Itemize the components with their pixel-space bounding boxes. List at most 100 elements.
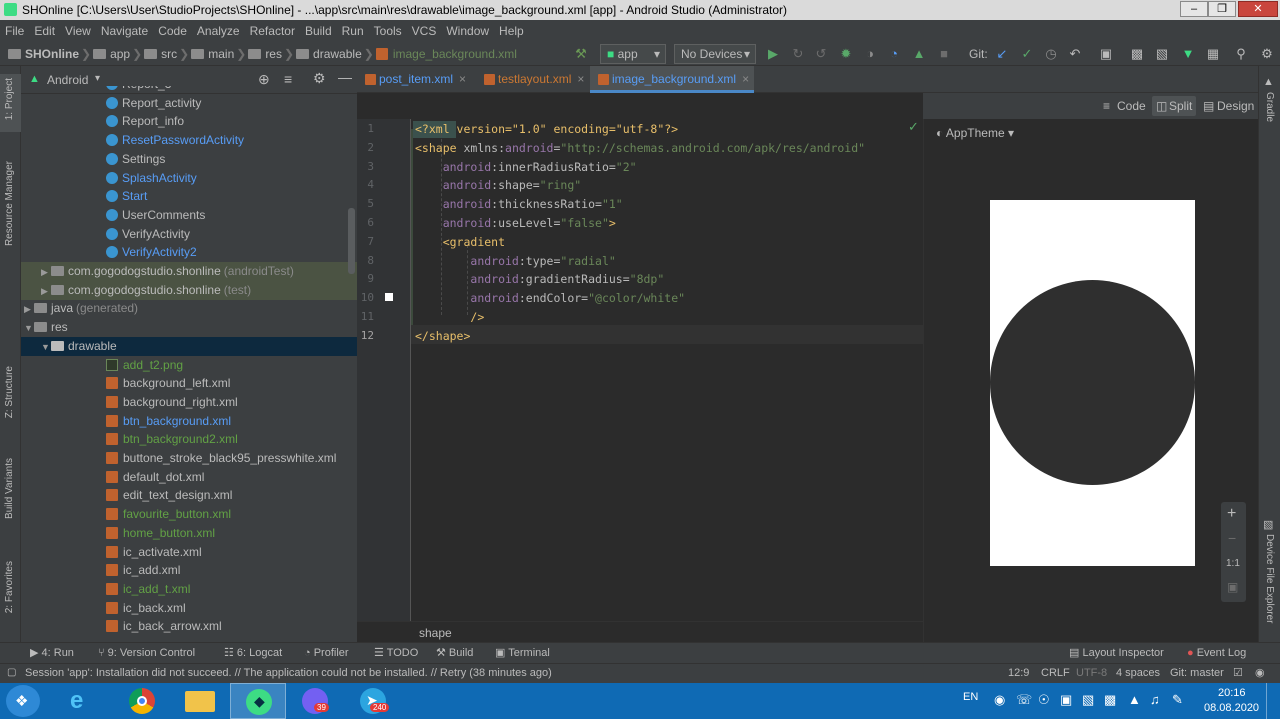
expanded-arrow-icon[interactable]: ▼ xyxy=(41,338,51,357)
menu-build[interactable]: Build xyxy=(300,20,337,42)
zoom-actual-button[interactable]: 1:1 xyxy=(1226,558,1240,569)
avd-manager-icon[interactable]: ▩ xyxy=(1129,46,1145,62)
git-history-icon[interactable]: ◷ xyxy=(1043,46,1059,62)
language-indicator[interactable]: EN xyxy=(963,691,978,703)
status-message[interactable]: Session 'app': Installation did not succ… xyxy=(25,667,552,679)
tool-tab-run[interactable]: ▶ 4: Run xyxy=(30,643,74,664)
editor-tab[interactable]: testlayout.xml × xyxy=(476,66,587,93)
close-tab-icon[interactable]: × xyxy=(742,72,749,86)
tray-device-icon[interactable]: ▩ xyxy=(1104,692,1116,708)
start-button[interactable]: ❖ xyxy=(6,685,40,717)
profile-icon[interactable]: ◔ xyxy=(886,46,902,62)
menu-refactor[interactable]: Refactor xyxy=(245,20,300,42)
tool-tab-build-variants[interactable]: Build Variants xyxy=(4,458,15,519)
notification-icon[interactable]: ✎ xyxy=(1172,692,1183,708)
menu-tools[interactable]: Tools xyxy=(369,20,407,42)
tool-tab-vcs[interactable]: ⑂ 9: Version Control xyxy=(98,643,195,664)
tool-tab-gradle[interactable]: Gradle xyxy=(1264,92,1275,122)
zoom-out-button[interactable]: − xyxy=(1228,530,1236,546)
tree-row[interactable]: ic_add.xml xyxy=(21,561,357,580)
settings-icon[interactable]: ⚙ xyxy=(1259,46,1275,62)
tree-row[interactable]: Report_activity xyxy=(21,94,357,113)
tree-row[interactable]: buttone_stroke_black95_presswhite.xml xyxy=(21,449,357,468)
breadcrumb-item[interactable]: SHOnline xyxy=(8,47,79,61)
rerun-icon[interactable]: ↻ xyxy=(790,46,806,62)
device-select[interactable]: No Devices ▾ xyxy=(674,44,756,64)
close-tab-icon[interactable]: × xyxy=(577,72,584,86)
git-branch[interactable]: Git: master xyxy=(1170,667,1224,679)
apply-changes-icon[interactable]: ↺ xyxy=(813,46,829,62)
run-icon[interactable]: ▶ xyxy=(765,46,781,62)
code-view-icon[interactable]: ≡ xyxy=(1103,99,1110,113)
tree-row[interactable]: ic_activate.xml xyxy=(21,543,357,562)
tree-row[interactable]: ic_add_t.xml xyxy=(21,580,357,599)
tool-tab-build[interactable]: ⚒ Build xyxy=(436,643,473,664)
device-manager-icon[interactable]: ▧ xyxy=(1154,46,1170,62)
editor-tab[interactable]: post_item.xml × xyxy=(357,66,473,93)
tree-row[interactable]: Start xyxy=(21,187,357,206)
project-structure-icon[interactable]: ▣ xyxy=(1098,46,1114,62)
tree-row[interactable]: background_right.xml xyxy=(21,393,357,412)
tree-row[interactable]: ic_back.xml xyxy=(21,599,357,618)
menu-vcs[interactable]: VCS xyxy=(407,20,442,42)
search-icon[interactable]: ⚲ xyxy=(1233,46,1249,62)
tool-tab-project[interactable]: 1: Project xyxy=(4,78,15,120)
taskbar-chrome[interactable] xyxy=(114,683,170,719)
attach-debugger-icon[interactable]: ▲ xyxy=(911,46,927,62)
tree-row[interactable]: btn_background.xml xyxy=(21,412,357,431)
layout-icon[interactable]: ▦ xyxy=(1205,46,1221,62)
taskbar-telegram[interactable]: ➤ 240 xyxy=(346,683,402,719)
editor-breadcrumb[interactable]: shape xyxy=(419,626,452,640)
tray-viber-icon[interactable]: ☏ xyxy=(1016,692,1032,708)
breadcrumb-item[interactable]: drawable xyxy=(296,47,362,61)
lock-icon[interactable]: ☑ xyxy=(1233,666,1243,679)
zoom-in-button[interactable]: + xyxy=(1227,505,1236,523)
tree-row[interactable]: btn_background2.xml xyxy=(21,430,357,449)
color-swatch-icon[interactable] xyxy=(385,293,393,301)
design-view-button[interactable]: Design xyxy=(1217,99,1254,113)
tree-row[interactable]: Settings xyxy=(21,150,357,169)
code-editor[interactable]: ✓ <?xml version="1.0" encoding="utf-8"?>… xyxy=(411,119,923,621)
tool-tab-todo[interactable]: ☰ TODO xyxy=(374,643,418,664)
close-button[interactable]: ✕ xyxy=(1238,1,1278,17)
breadcrumb-item[interactable]: app xyxy=(93,47,130,61)
tree-row[interactable]: ▶ com.gogodogstudio.shonline (androidTest) xyxy=(21,262,357,281)
tree-row[interactable]: home_button.xml xyxy=(21,524,357,543)
tree-row[interactable]: ic_back_arrow.xml xyxy=(21,617,357,636)
clock-time[interactable]: 20:16 xyxy=(1218,687,1246,699)
tree-row[interactable]: edit_text_design.xml xyxy=(21,486,357,505)
breadcrumb-item[interactable]: src xyxy=(144,47,177,61)
tray-security-icon[interactable]: ☉ xyxy=(1038,692,1050,708)
network-icon[interactable]: ▲ xyxy=(1128,692,1141,707)
show-desktop-button[interactable] xyxy=(1266,683,1280,719)
tree-row[interactable]: Report_info xyxy=(21,112,357,131)
menu-help[interactable]: Help xyxy=(494,20,529,42)
volume-icon[interactable]: ♫ xyxy=(1150,692,1160,707)
gear-icon[interactable]: ⚙ xyxy=(313,70,326,87)
theme-select[interactable]: ◐ AppTheme ▾ xyxy=(936,126,1014,140)
cursor-position[interactable]: 12:9 xyxy=(1008,667,1029,679)
git-update-icon[interactable]: ↙ xyxy=(994,46,1010,62)
indent-setting[interactable]: 4 spaces xyxy=(1116,667,1160,679)
menu-file[interactable]: File xyxy=(0,20,29,42)
tool-tab-layout-inspector[interactable]: ▤ Layout Inspector xyxy=(1069,643,1164,664)
tool-tab-resource-manager[interactable]: Resource Manager xyxy=(4,161,15,246)
hammer-icon[interactable]: ⚒ xyxy=(573,46,589,62)
taskbar-viber[interactable]: 39 xyxy=(288,683,344,719)
tree-row[interactable]: ▶ java (generated) xyxy=(21,299,357,318)
menu-view[interactable]: View xyxy=(60,20,96,42)
code-view-button[interactable]: Code xyxy=(1117,99,1146,113)
taskbar-explorer[interactable] xyxy=(172,683,228,719)
coverage-icon[interactable]: ◑ xyxy=(862,46,878,62)
git-commit-icon[interactable]: ✓ xyxy=(1019,46,1035,62)
split-view-button[interactable]: ◫ Split xyxy=(1152,96,1196,116)
line-separator[interactable]: CRLF xyxy=(1041,667,1070,679)
clock-date[interactable]: 08.08.2020 xyxy=(1204,702,1259,714)
tray-app-icon[interactable]: ▣ xyxy=(1060,692,1072,708)
collapsed-arrow-icon[interactable]: ▶ xyxy=(41,282,51,301)
tool-tab-logcat[interactable]: ☷ 6: Logcat xyxy=(224,643,282,664)
tool-tab-structure[interactable]: Z: Structure xyxy=(4,366,15,418)
hide-panel-icon[interactable]: — xyxy=(338,69,352,85)
collapse-all-icon[interactable]: ≡ xyxy=(284,71,292,87)
tool-tab-event-log[interactable]: ● Event Log xyxy=(1187,643,1246,664)
